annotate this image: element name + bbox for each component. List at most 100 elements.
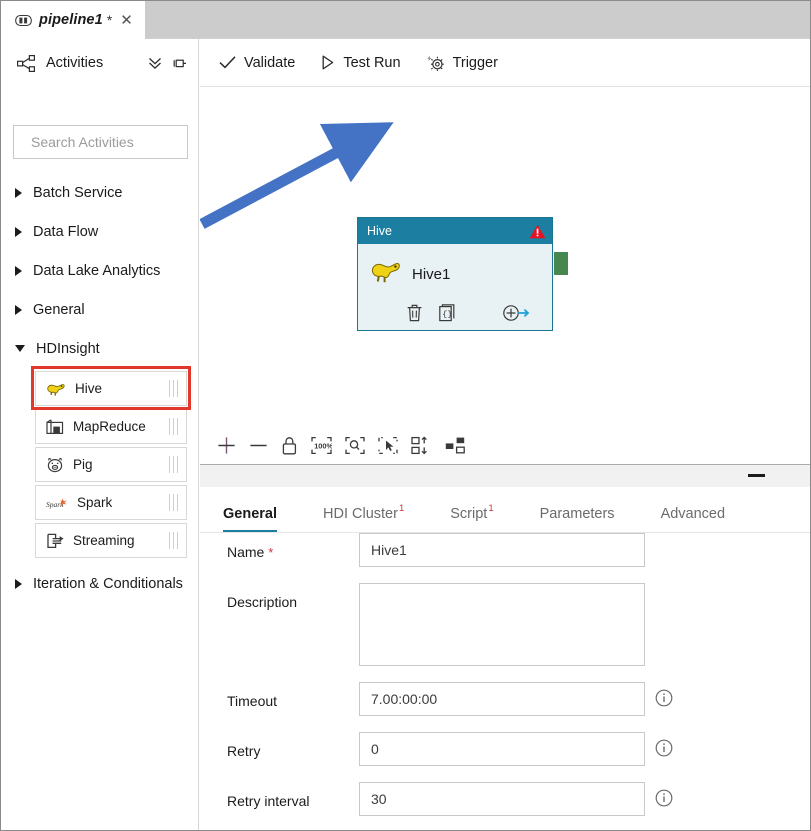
hive-elephant-icon xyxy=(371,262,400,283)
tab-parameters[interactable]: Parameters xyxy=(540,506,615,532)
drag-handle-icon[interactable] xyxy=(168,418,178,435)
activity-item-label: Streaming xyxy=(73,533,135,548)
lock-icon[interactable] xyxy=(281,436,298,455)
description-textarea[interactable] xyxy=(359,583,645,666)
tab-label: Parameters xyxy=(539,506,615,522)
mapreduce-icon xyxy=(46,418,64,434)
category-hdinsight[interactable]: HDInsight xyxy=(1,329,199,368)
field-row-retry-interval: Retry interval xyxy=(200,782,810,816)
activity-item-mapreduce[interactable]: MapReduce xyxy=(35,409,187,444)
search-input[interactable] xyxy=(31,134,212,150)
auto-align-icon[interactable] xyxy=(411,436,432,455)
activity-item-streaming[interactable]: Streaming xyxy=(35,523,187,558)
warning-triangle-icon[interactable] xyxy=(529,224,546,239)
chevron-right-icon xyxy=(15,304,22,315)
properties-splitter[interactable] xyxy=(200,464,810,487)
tab-label: HDI Cluster xyxy=(323,506,398,522)
chevron-down-icon xyxy=(15,345,25,352)
auto-layout-icon[interactable] xyxy=(445,436,466,455)
document-tab-strip: pipeline1 * ✕ xyxy=(1,1,810,39)
chevron-right-icon xyxy=(15,226,22,237)
drag-handle-icon[interactable] xyxy=(168,380,178,397)
retry-interval-input[interactable] xyxy=(359,782,645,816)
category-label: General xyxy=(33,301,85,318)
tab-label: General xyxy=(223,506,277,522)
activity-item-label: Pig xyxy=(73,457,93,472)
node-header: Hive xyxy=(358,218,552,244)
activities-panel: Activities Batch Service xyxy=(1,39,212,830)
pipeline-node-hive1[interactable]: Hive Hive1 {} xyxy=(357,217,568,331)
zoom-to-fit-icon[interactable] xyxy=(345,436,365,455)
node-body: Hive1 {} xyxy=(358,244,552,330)
add-output-arrow-icon[interactable] xyxy=(502,304,530,322)
tab-hdi-cluster[interactable]: HDI Cluster 1 xyxy=(323,503,404,532)
app-window: pipeline1 * ✕ Activities Search Activiti… xyxy=(0,0,811,831)
pipeline-editor: Validate Test Run Trigger Hive Hive1 {} … xyxy=(200,39,810,830)
tab-badge: 1 xyxy=(488,503,494,515)
activity-item-pig[interactable]: Pig xyxy=(35,447,187,482)
validate-button[interactable]: Validate xyxy=(219,55,295,71)
category-label: Data Flow xyxy=(33,223,99,240)
name-input[interactable] xyxy=(359,533,645,567)
category-data-flow[interactable]: Data Flow xyxy=(1,212,199,251)
pin-icon[interactable] xyxy=(172,56,187,71)
drag-handle-icon[interactable] xyxy=(168,456,178,473)
category-label: Data Lake Analytics xyxy=(33,262,161,279)
category-iteration-conditionals[interactable]: Iteration & Conditionals xyxy=(1,564,199,603)
activity-item-label: Hive xyxy=(75,381,103,396)
code-braces-icon[interactable]: {} xyxy=(439,304,456,322)
zoom-out-minus-icon[interactable] xyxy=(249,436,268,455)
checkmark-icon xyxy=(219,56,236,69)
pipeline-canvas[interactable]: Hive Hive1 {} xyxy=(200,87,810,464)
category-batch-service[interactable]: Batch Service xyxy=(1,173,199,212)
activity-item-spark[interactable]: Spark Spark xyxy=(35,485,187,520)
node-output-connector[interactable] xyxy=(554,252,568,275)
delete-trash-icon[interactable] xyxy=(406,304,423,322)
streaming-icon xyxy=(47,533,64,548)
info-icon[interactable] xyxy=(655,789,673,807)
category-label: HDInsight xyxy=(36,340,100,357)
document-tab-dirty-marker: * xyxy=(106,12,113,28)
trigger-button[interactable]: Trigger xyxy=(427,55,498,71)
node-header-title: Hive xyxy=(367,224,393,238)
field-row-description: Description xyxy=(200,583,810,666)
retry-input[interactable] xyxy=(359,732,645,766)
canvas-toolbar: 100% xyxy=(200,427,810,464)
category-data-lake-analytics[interactable]: Data Lake Analytics xyxy=(1,251,199,290)
field-row-name: Name * xyxy=(200,533,810,567)
activities-panel-header: Activities xyxy=(1,39,199,87)
trigger-label: Trigger xyxy=(452,54,498,71)
document-tab-pipeline1[interactable]: pipeline1 * ✕ xyxy=(1,1,145,39)
tab-label: Advanced xyxy=(660,506,726,522)
pipeline-command-bar: Validate Test Run Trigger xyxy=(200,39,810,87)
close-icon[interactable]: ✕ xyxy=(120,13,133,28)
select-marquee-icon[interactable] xyxy=(378,436,398,455)
double-chevron-down-icon[interactable] xyxy=(147,55,163,71)
zoom-100-percent-icon[interactable]: 100% xyxy=(311,436,332,455)
tab-general[interactable]: General xyxy=(223,506,277,532)
tab-script[interactable]: Script 1 xyxy=(450,503,494,532)
tab-advanced[interactable]: Advanced xyxy=(661,506,726,532)
search-activities-box[interactable] xyxy=(13,125,212,159)
svg-text:{}: {} xyxy=(442,309,452,319)
node-action-bar: {} xyxy=(358,304,552,322)
drag-handle-icon[interactable] xyxy=(168,494,178,511)
hive-elephant-icon xyxy=(47,383,65,396)
info-icon[interactable] xyxy=(655,739,673,757)
drag-handle-icon[interactable] xyxy=(168,532,178,549)
info-icon[interactable] xyxy=(655,689,673,707)
retry-interval-label: Retry interval xyxy=(227,793,310,809)
activity-item-hive[interactable]: Hive xyxy=(35,371,187,406)
test-run-button[interactable]: Test Run xyxy=(321,54,401,71)
category-label: Iteration & Conditionals xyxy=(33,575,183,592)
zoom-in-plus-icon[interactable] xyxy=(217,436,236,455)
category-general[interactable]: General xyxy=(1,290,199,329)
name-label-text: Name xyxy=(227,544,265,560)
properties-tab-bar: General HDI Cluster 1 Script 1 Parameters … xyxy=(200,487,810,533)
minimize-dash-icon[interactable] xyxy=(748,474,765,477)
field-row-retry: Retry xyxy=(200,732,810,766)
activities-panel-title: Activities xyxy=(46,55,104,71)
test-run-label: Test Run xyxy=(343,54,401,71)
timeout-input[interactable] xyxy=(359,682,645,716)
node-activity-name: Hive1 xyxy=(412,266,451,283)
